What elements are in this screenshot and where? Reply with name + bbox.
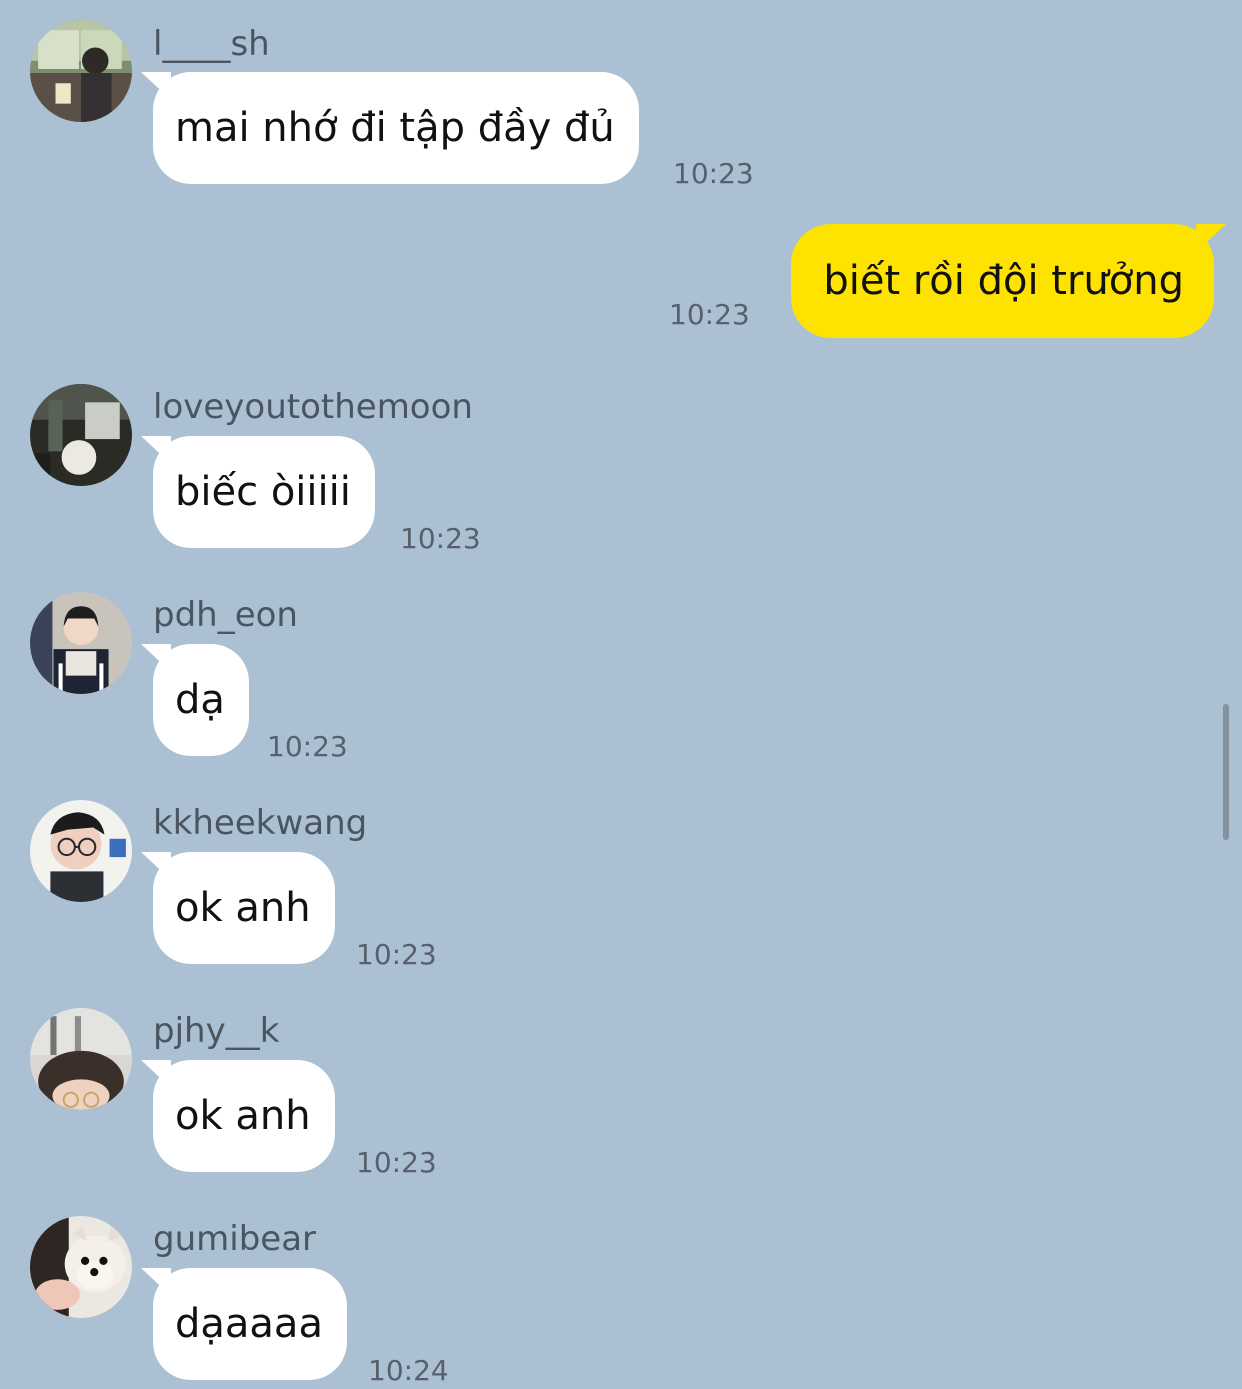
message-time: 10:23 bbox=[356, 1146, 437, 1179]
sender-name: loveyoutothemoon bbox=[153, 387, 473, 427]
message-time: 10:23 bbox=[356, 938, 437, 971]
incoming-message: gumibear dạaaaa 10:24 bbox=[0, 1216, 1242, 1389]
message-bubble[interactable]: dạ bbox=[153, 644, 249, 756]
message-time: 10:24 bbox=[368, 1354, 449, 1387]
message-bubble[interactable]: mai nhớ đi tập đầy đủ bbox=[153, 72, 639, 184]
scrollbar-thumb[interactable] bbox=[1223, 704, 1229, 840]
sender-name: l____sh bbox=[153, 24, 270, 64]
avatar[interactable] bbox=[30, 800, 132, 902]
incoming-message: l____sh mai nhớ đi tập đầy đủ 10:23 bbox=[0, 20, 1242, 200]
avatar[interactable] bbox=[30, 1008, 132, 1110]
message-time: 10:23 bbox=[400, 522, 481, 555]
avatar[interactable] bbox=[30, 592, 132, 694]
sender-name: pjhy__k bbox=[153, 1011, 280, 1051]
message-bubble[interactable]: dạaaaa bbox=[153, 1268, 347, 1380]
sender-name: kkheekwang bbox=[153, 803, 368, 843]
incoming-message: pjhy__k ok anh 10:23 bbox=[0, 1008, 1242, 1188]
incoming-message: pdh_eon dạ 10:23 bbox=[0, 592, 1242, 772]
avatar[interactable] bbox=[30, 384, 132, 486]
message-bubble[interactable]: ok anh bbox=[153, 1060, 335, 1172]
chat-message-list[interactable]: l____sh mai nhớ đi tập đầy đủ 10:23 biết… bbox=[0, 0, 1242, 1389]
message-time: 10:23 bbox=[673, 157, 754, 190]
incoming-message: loveyoutothemoon biếc òiiiii 10:23 bbox=[0, 384, 1242, 564]
message-bubble[interactable]: biết rồi đội trưởng bbox=[791, 224, 1214, 338]
message-time: 10:23 bbox=[669, 298, 750, 331]
sender-name: gumibear bbox=[153, 1219, 317, 1259]
message-time: 10:23 bbox=[267, 730, 348, 763]
incoming-message: kkheekwang ok anh 10:23 bbox=[0, 800, 1242, 980]
avatar[interactable] bbox=[30, 20, 132, 122]
sender-name: pdh_eon bbox=[153, 595, 298, 635]
avatar[interactable] bbox=[30, 1216, 132, 1318]
message-bubble[interactable]: ok anh bbox=[153, 852, 335, 964]
message-bubble[interactable]: biếc òiiiii bbox=[153, 436, 375, 548]
